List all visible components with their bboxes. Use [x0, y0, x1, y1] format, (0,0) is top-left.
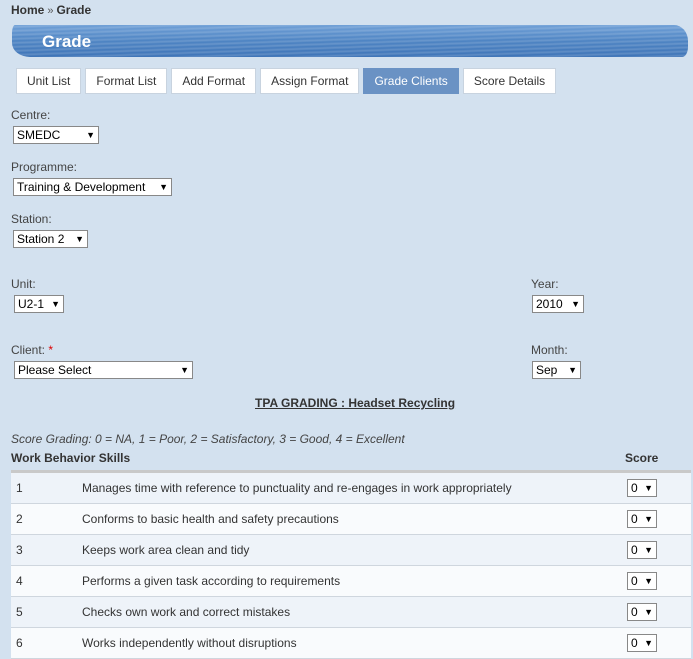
grading-title: TPA GRADING : Headset Recycling — [255, 396, 456, 410]
client-label: Client: * — [11, 343, 53, 357]
page-title: Grade — [42, 32, 92, 51]
skill-description: Checks own work and correct mistakes — [82, 605, 291, 619]
score-select-value: 0 — [631, 605, 638, 619]
chevron-down-icon: ▼ — [75, 234, 84, 244]
chevron-down-icon: ▼ — [644, 576, 653, 586]
row-number: 6 — [16, 636, 23, 650]
unit-select-value: U2-1 — [18, 297, 45, 311]
unit-label: Unit: — [11, 277, 36, 291]
score-select[interactable]: 0 ▼ — [627, 541, 657, 559]
breadcrumb-current: Grade — [56, 3, 92, 17]
tab-assign-format[interactable]: Assign Format — [260, 68, 360, 94]
skill-description: Manages time with reference to punctuali… — [82, 481, 512, 495]
centre-select[interactable]: SMEDC ▼ — [13, 126, 99, 144]
tab-score-details[interactable]: Score Details — [462, 68, 557, 94]
grading-table: 1 Manages time with reference to punctua… — [11, 470, 691, 659]
table-row: 1 Manages time with reference to punctua… — [11, 473, 691, 504]
row-number: 3 — [16, 543, 23, 557]
skill-description: Keeps work area clean and tidy — [82, 543, 250, 557]
score-select[interactable]: 0 ▼ — [627, 634, 657, 652]
month-select[interactable]: Sep ▼ — [532, 361, 581, 379]
skill-description: Performs a given task according to requi… — [82, 574, 341, 588]
table-row: 6 Works independently without disruption… — [11, 628, 691, 659]
required-marker: * — [48, 343, 54, 357]
score-select-value: 0 — [631, 481, 638, 495]
table-row: 5 Checks own work and correct mistakes 0… — [11, 597, 691, 628]
tab-format-list[interactable]: Format List — [85, 68, 168, 94]
column-header-skills: Work Behavior Skills — [11, 451, 131, 465]
score-select[interactable]: 0 ▼ — [627, 510, 657, 528]
year-label: Year: — [531, 277, 559, 291]
programme-select[interactable]: Training & Development ▼ — [13, 178, 172, 196]
year-select[interactable]: 2010 ▼ — [532, 295, 584, 313]
score-select-value: 0 — [631, 543, 638, 557]
chevron-down-icon: ▼ — [86, 130, 95, 140]
centre-select-value: SMEDC — [17, 128, 61, 142]
client-label-text: Client: — [11, 343, 46, 357]
score-grading-note: Score Grading: 0 = NA, 1 = Poor, 2 = Sat… — [11, 432, 405, 446]
column-header-score: Score — [625, 451, 659, 465]
score-select[interactable]: 0 ▼ — [627, 479, 657, 497]
table-row: 4 Performs a given task according to req… — [11, 566, 691, 597]
breadcrumb: Home» Grade — [11, 3, 91, 17]
score-select[interactable]: 0 ▼ — [627, 572, 657, 590]
month-label: Month: — [531, 343, 568, 357]
client-select-value: Please Select — [18, 363, 92, 377]
row-number: 2 — [16, 512, 23, 526]
chevron-down-icon: ▼ — [644, 638, 653, 648]
programme-select-value: Training & Development — [17, 180, 146, 194]
score-select-value: 0 — [631, 636, 638, 650]
score-select-value: 0 — [631, 512, 638, 526]
tab-bar: Unit List Format List Add Format Assign … — [16, 68, 560, 94]
chevron-down-icon: ▼ — [159, 182, 168, 192]
station-select[interactable]: Station 2 ▼ — [13, 230, 88, 248]
row-number: 5 — [16, 605, 23, 619]
tab-unit-list[interactable]: Unit List — [16, 68, 82, 94]
score-select[interactable]: 0 ▼ — [627, 603, 657, 621]
chevron-down-icon: ▼ — [644, 514, 653, 524]
centre-label: Centre: — [11, 108, 51, 122]
chevron-down-icon: ▼ — [180, 365, 189, 375]
client-select[interactable]: Please Select ▼ — [14, 361, 193, 379]
station-label: Station: — [11, 212, 52, 226]
chevron-down-icon: ▼ — [568, 365, 577, 375]
tab-add-format[interactable]: Add Format — [171, 68, 257, 94]
breadcrumb-separator: » — [47, 5, 54, 17]
title-banner — [12, 25, 688, 57]
unit-select[interactable]: U2-1 ▼ — [14, 295, 64, 313]
skill-description: Conforms to basic health and safety prec… — [82, 512, 339, 526]
year-select-value: 2010 — [536, 297, 563, 311]
programme-label: Programme: — [11, 160, 78, 174]
breadcrumb-home-link[interactable]: Home — [11, 3, 44, 17]
chevron-down-icon: ▼ — [51, 299, 60, 309]
chevron-down-icon: ▼ — [644, 607, 653, 617]
chevron-down-icon: ▼ — [644, 483, 653, 493]
table-row: 3 Keeps work area clean and tidy 0 ▼ — [11, 535, 691, 566]
score-select-value: 0 — [631, 574, 638, 588]
month-select-value: Sep — [536, 363, 558, 377]
chevron-down-icon: ▼ — [571, 299, 580, 309]
skill-description: Works independently without disruptions — [82, 636, 297, 650]
row-number: 1 — [16, 481, 23, 495]
tab-grade-clients[interactable]: Grade Clients — [363, 68, 459, 94]
station-select-value: Station 2 — [17, 232, 65, 246]
chevron-down-icon: ▼ — [644, 545, 653, 555]
row-number: 4 — [16, 574, 23, 588]
table-row: 2 Conforms to basic health and safety pr… — [11, 504, 691, 535]
